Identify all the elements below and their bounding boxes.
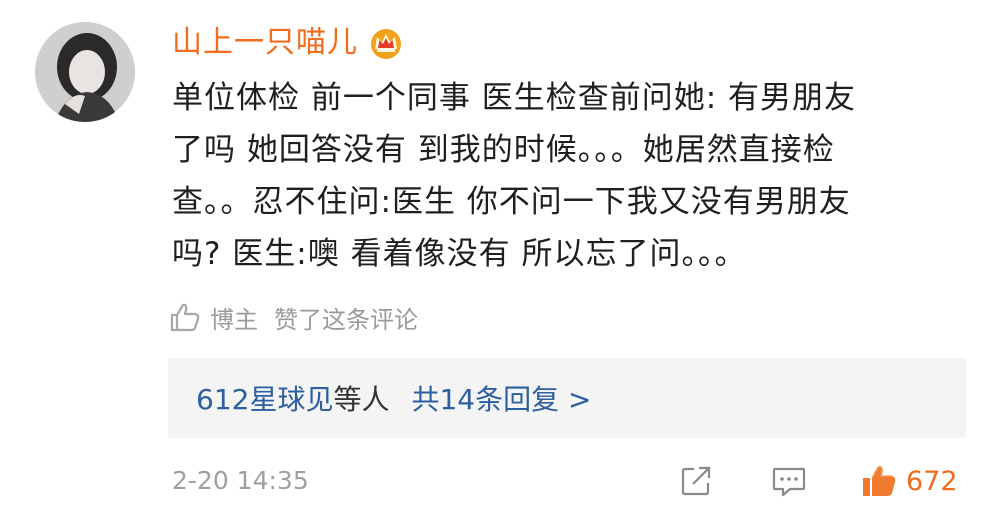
- like-count: 672: [906, 465, 958, 497]
- username-row: 山上一只喵儿: [172, 20, 406, 66]
- reply-count-link[interactable]: 共14条回复 >: [411, 378, 591, 418]
- comment-line: 单位体检 前一个同事 医生检查前问她: 有男朋友: [172, 80, 857, 116]
- replies-link[interactable]: 612星球见 等人 共14条回复 >: [168, 358, 966, 438]
- comment-line: 查。。忍不住问:医生 你不问一下我又没有男朋友: [172, 184, 851, 220]
- reply-etc-label: 等人: [333, 383, 390, 416]
- comment-line: 了吗 她回答没有 到我的时候。。。她居然直接检: [172, 132, 835, 168]
- thumbs-up-outline-icon: [170, 303, 200, 332]
- crown-vip-icon: [371, 29, 401, 59]
- share-icon: [681, 466, 711, 496]
- author-liked-row: 博主 赞了这条评论: [168, 296, 418, 338]
- comment-line: 吗? 医生:噢 看着像没有 所以忘了问。。。: [172, 236, 747, 272]
- reply-user-link[interactable]: 612星球见: [196, 378, 333, 418]
- thumbs-up-filled-icon: [863, 465, 896, 496]
- username[interactable]: 山上一只喵儿: [172, 20, 358, 66]
- liked-by-author: 博主: [210, 305, 258, 334]
- comment-icon: [772, 467, 806, 497]
- comment-button[interactable]: [770, 460, 810, 502]
- comment-timestamp: 2-20 14:35: [172, 466, 309, 495]
- comment-text: 单位体检 前一个同事 医生检查前问她: 有男朋友 了吗 她回答没有 到我的时候。…: [172, 72, 962, 280]
- liked-by-text: 赞了这条评论: [274, 305, 418, 334]
- avatar[interactable]: [35, 22, 135, 122]
- like-button[interactable]: 672: [860, 460, 970, 502]
- share-button[interactable]: [678, 460, 718, 502]
- avatar-image: [35, 22, 135, 122]
